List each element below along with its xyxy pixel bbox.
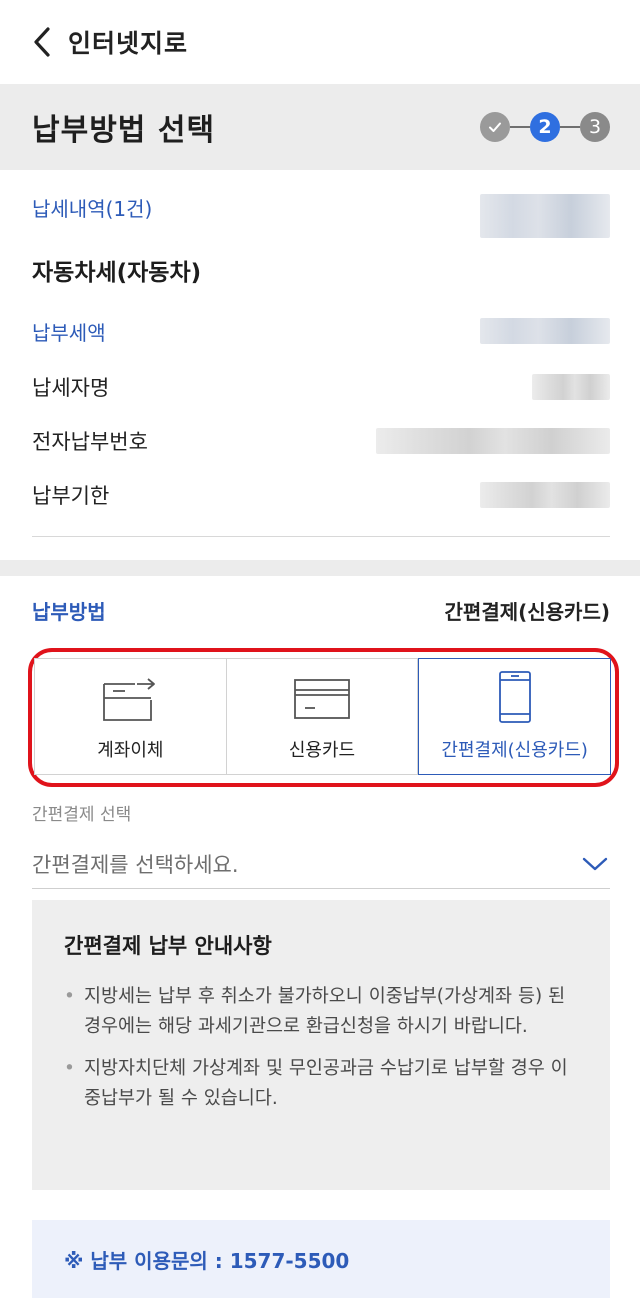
redacted-amount [480,318,610,344]
step-1-done [480,112,510,142]
payment-method-label: 납부방법 [32,600,106,624]
notice-item-text: 지방자치단체 가상계좌 및 무인공과금 수납기로 납부할 경우 이중납부가 될 … [84,1058,568,1109]
section-separator [0,560,640,576]
easy-pay-dropdown[interactable]: 간편결제를 선택하세요. [32,839,610,889]
notice-title: 간편결제 납부 안내사항 [64,934,272,958]
contact-text: ※ 납부 이용문의 : 1577-5500 [64,1248,350,1273]
easy-pay-caption: 간편결제 선택 [32,805,132,825]
option-label: 신용카드 [288,740,356,761]
option-credit-card[interactable]: 신용카드 [226,658,419,775]
page-header: 납부방법 선택 2 3 [0,84,640,170]
chevron-left-icon [34,27,50,57]
amount-row: 납부세액 [32,296,610,366]
tax-summary: 납세내역(1건) 자동차세(자동차) 납부세액 납세자명 전자납부번호 납부기한 [32,170,610,516]
stepper: 2 3 [480,112,610,142]
redacted-due-date [480,482,610,508]
step-2-current: 2 [530,112,560,142]
option-bank-transfer[interactable]: 계좌이체 [34,658,227,775]
due-date-row: 납부기한 [32,474,610,516]
notice-box: 간편결제 납부 안내사항 • 지방세는 납부 후 취소가 불가하오니 이중납부(… [32,900,610,1190]
option-label: 간편결제(신용카드) [441,740,588,761]
epay-number-row: 전자납부번호 [32,408,610,474]
redacted-epay-number [376,428,610,454]
selected-payment-method: 간편결제(신용카드) [444,600,610,624]
payment-method-header: 납부방법 간편결제(신용카드) [32,596,610,625]
payer-label: 납세자명 [32,376,110,400]
tax-name-row: 자동차세(자동차) [32,244,610,296]
payer-row: 납세자명 [32,366,610,408]
app-bar: 인터넷지로 [0,0,640,84]
check-icon [489,122,501,132]
tax-count-label: 납세내역(1건) [32,196,153,221]
app-title: 인터넷지로 [68,29,189,58]
mobile-phone-icon [484,668,546,728]
tax-name: 자동차세(자동차) [32,260,202,286]
notice-list: • 지방세는 납부 후 취소가 불가하오니 이중납부(가상계좌 등) 된 경우에… [64,982,578,1114]
contact-banner: ※ 납부 이용문의 : 1577-5500 [32,1220,610,1298]
redacted-value [480,194,610,238]
summary-count-row: 납세내역(1건) [32,170,610,244]
amount-label: 납부세액 [32,320,106,345]
back-button[interactable] [28,27,56,57]
bank-transfer-icon [99,668,161,728]
page-title: 납부방법 선택 [32,113,216,148]
epay-number-label: 전자납부번호 [32,430,148,454]
step-connector [560,126,580,128]
chevron-down-icon [582,857,608,870]
payment-method-options: 계좌이체 신용카드 간편결제(신용카드) [34,658,612,775]
option-easy-pay[interactable]: 간편결제(신용카드) [418,658,612,775]
easy-pay-select-group: 간편결제 선택 간편결제를 선택하세요. [32,800,610,889]
list-item: • 지방세는 납부 후 취소가 불가하오니 이중납부(가상계좌 등) 된 경우에… [64,982,578,1042]
bullet-icon: • [64,986,75,1007]
redacted-payer [532,374,610,400]
notice-item-text: 지방세는 납부 후 취소가 불가하오니 이중납부(가상계좌 등) 된 경우에는 … [84,986,566,1037]
credit-card-icon [291,668,353,728]
step-connector [510,126,530,128]
list-item: • 지방자치단체 가상계좌 및 무인공과금 수납기로 납부할 경우 이중납부가 … [64,1054,578,1114]
due-date-label: 납부기한 [32,484,110,508]
divider [32,536,610,537]
step-3: 3 [580,112,610,142]
bullet-icon: • [64,1058,75,1079]
easy-pay-placeholder: 간편결제를 선택하세요. [32,852,239,877]
option-label: 계좌이체 [97,740,164,761]
